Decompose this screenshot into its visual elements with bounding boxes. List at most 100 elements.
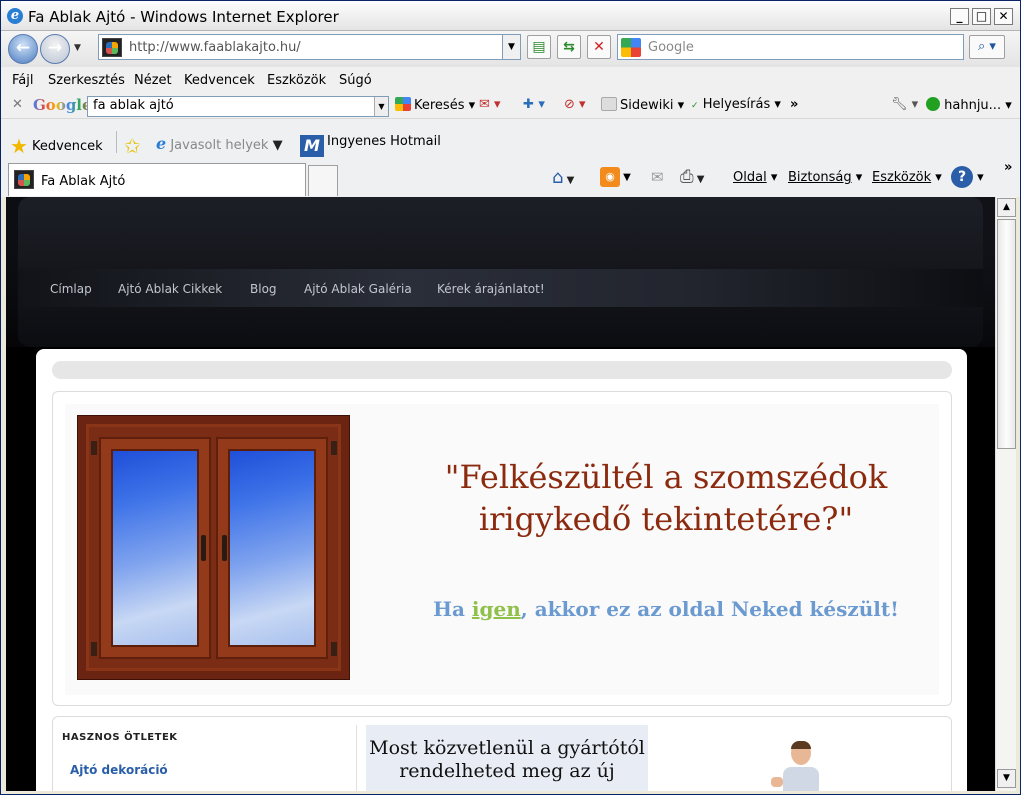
nav-gallery[interactable]: Ajtó Ablak Galéria bbox=[304, 282, 412, 296]
google-search-dropdown-icon[interactable]: ▼ bbox=[374, 97, 388, 116]
google-logo: Google bbox=[33, 96, 92, 114]
nav-blog[interactable]: Blog bbox=[250, 282, 277, 296]
plus-button[interactable]: ✚ ▾ bbox=[523, 97, 545, 112]
google-g-icon bbox=[395, 97, 411, 111]
minimize-button[interactable]: _ bbox=[950, 8, 969, 25]
favorites-button[interactable]: ★ Kedvencek bbox=[10, 134, 103, 158]
menu-tools[interactable]: Eszközök bbox=[267, 73, 326, 88]
maximize-button[interactable]: □ bbox=[972, 8, 991, 25]
hinge-top-left bbox=[91, 441, 97, 455]
google-search-button[interactable]: Keresés ▾ bbox=[395, 97, 475, 113]
tab-fa-ablak-ajto[interactable]: Fa Ablak Ajtó bbox=[8, 163, 306, 196]
hero-quote-line1: "Felkészültél a szomszédok bbox=[444, 458, 888, 496]
nav-articles[interactable]: Ajtó Ablak Cikkek bbox=[118, 282, 222, 296]
suggested-sites-button[interactable]: e Javasolt helyek ▼ bbox=[156, 134, 283, 153]
person-body bbox=[783, 767, 819, 791]
window-glass-right bbox=[228, 449, 316, 647]
url-dropdown-icon[interactable]: ▼ bbox=[502, 35, 520, 59]
tab-title: Fa Ablak Ajtó bbox=[41, 174, 126, 189]
tab-favicon-icon bbox=[14, 170, 34, 189]
stop-button[interactable]: ✕ bbox=[587, 35, 611, 59]
browser-window: e Fa Ablak Ajtó - Windows Internet Explo… bbox=[0, 0, 1021, 795]
nav-quote-request[interactable]: Kérek árajánlatot! bbox=[437, 282, 545, 296]
google-search-field[interactable]: fa ablak ajtó ▼ bbox=[87, 96, 389, 117]
home-button[interactable]: ⌂ ▼ bbox=[552, 167, 574, 188]
hotmail-link[interactable]: M Ingyenes Hotmail bbox=[300, 134, 441, 157]
feeds-button[interactable]: ◉ ▼ bbox=[600, 167, 631, 187]
menu-favorites[interactable]: Kedvencek bbox=[184, 73, 255, 88]
menu-view[interactable]: Nézet bbox=[134, 73, 172, 88]
google-search-query[interactable]: fa ablak ajtó bbox=[93, 98, 174, 113]
scroll-down-button[interactable]: ▼ bbox=[997, 769, 1016, 788]
page-menu[interactable]: Oldal ▾ bbox=[733, 170, 777, 185]
window-frame bbox=[86, 424, 341, 671]
favorites-divider bbox=[116, 131, 117, 153]
help-button[interactable]: ? ▾ bbox=[951, 166, 984, 188]
favorites-star-icon: ★ bbox=[10, 134, 28, 158]
compatibility-button[interactable]: ▤ bbox=[527, 35, 551, 59]
window-sash-left bbox=[99, 437, 211, 659]
content-panel: "Felkészültél a szomszédok irigykedő tek… bbox=[36, 349, 967, 791]
google-search-provider-icon bbox=[621, 38, 641, 57]
hinge-bottom-left bbox=[91, 642, 97, 656]
nav-home[interactable]: Címlap bbox=[50, 282, 92, 296]
title-bar: e Fa Ablak Ajtó - Windows Internet Explo… bbox=[1, 1, 1020, 31]
toolbar-close-icon[interactable]: ✕ bbox=[12, 97, 23, 112]
back-button[interactable]: ← bbox=[8, 34, 38, 64]
hinge-top-right bbox=[331, 441, 337, 455]
menu-help[interactable]: Súgó bbox=[339, 73, 372, 88]
new-tab-button[interactable] bbox=[308, 165, 338, 196]
page-menu-label: Oldal bbox=[733, 170, 767, 185]
window-glass-left bbox=[111, 449, 199, 647]
spellcheck-label: Helyesírás bbox=[702, 97, 771, 112]
promo-line1: Most közvetlenül a gyártótól bbox=[369, 737, 645, 759]
refresh-button[interactable]: ⇆ bbox=[557, 35, 581, 59]
print-button[interactable]: ⎙ ▼ bbox=[680, 167, 704, 187]
sidebar-heading: HASZNOS ÖTLETEK bbox=[62, 732, 178, 743]
menu-file[interactable]: Fájl bbox=[12, 73, 33, 88]
tools-menu[interactable]: Eszközök ▾ bbox=[872, 170, 942, 185]
toolbar-overflow-icon[interactable]: » bbox=[790, 97, 798, 112]
sidebar-cut-text bbox=[70, 785, 340, 789]
scroll-thumb[interactable] bbox=[997, 219, 1016, 449]
google-account-button[interactable]: hahnju... ▾ bbox=[926, 97, 1012, 113]
search-input[interactable]: Google bbox=[648, 40, 694, 55]
spellcheck-button[interactable]: ✓ Helyesírás ▾ bbox=[691, 97, 781, 112]
add-favorite-button[interactable]: ✩ bbox=[124, 134, 145, 158]
command-overflow-icon[interactable]: » bbox=[1004, 160, 1012, 175]
close-button[interactable]: ✕ bbox=[994, 8, 1013, 25]
scroll-up-button[interactable]: ▲ bbox=[997, 198, 1016, 217]
vertical-scrollbar[interactable]: ▲ ▼ bbox=[995, 197, 1016, 791]
google-logo-text: Google bbox=[33, 96, 92, 114]
menu-edit[interactable]: Szerkesztés bbox=[48, 73, 125, 88]
url-input[interactable]: http://www.faablakajto.hu/ bbox=[129, 40, 301, 55]
forward-button[interactable]: → bbox=[40, 34, 70, 64]
window-title: Fa Ablak Ajtó - Windows Internet Explore… bbox=[28, 8, 339, 26]
history-dropdown-icon[interactable]: ▼ bbox=[74, 43, 81, 53]
sidewiki-button[interactable]: Sidewiki ▾ bbox=[601, 97, 684, 113]
businessman-image bbox=[771, 741, 821, 791]
ie-small-icon: e bbox=[156, 134, 167, 153]
search-box[interactable]: Google bbox=[617, 34, 964, 60]
column-divider bbox=[356, 725, 357, 791]
url-box[interactable]: http://www.faablakajto.hu/ ▼ bbox=[98, 34, 521, 60]
window-handle-right bbox=[222, 535, 227, 561]
gmail-button[interactable]: ✉ ▾ bbox=[479, 97, 501, 112]
sidebar-link-door-decoration[interactable]: Ajtó dekoráció bbox=[70, 763, 168, 777]
menu-bar: Fájl Szerkesztés Nézet Kedvencek Eszközö… bbox=[1, 67, 1020, 93]
tools-menu-label: Eszközök bbox=[872, 170, 932, 185]
ie-logo-icon: e bbox=[7, 8, 23, 24]
search-button[interactable]: ⌕ ▾ bbox=[969, 35, 1005, 59]
read-mail-icon[interactable]: ✉ bbox=[651, 168, 664, 186]
wrench-icon[interactable]: 🔧︎ ▾ bbox=[891, 97, 918, 112]
google-user-label: hahnju... bbox=[944, 98, 1002, 113]
promo-line2: rendelheted meg az új bbox=[399, 760, 615, 782]
google-search-label: Keresés bbox=[414, 98, 465, 113]
hero-sub-yes-link[interactable]: igen bbox=[472, 597, 521, 621]
site-favicon-icon bbox=[102, 38, 122, 57]
favorites-label: Kedvencek bbox=[31, 139, 103, 154]
safety-menu[interactable]: Biztonság ▾ bbox=[788, 170, 862, 185]
window-handle-left bbox=[201, 535, 206, 561]
popup-blocker-button[interactable]: ⊘ ▾ bbox=[564, 97, 586, 112]
lower-content: HASZNOS ÖTLETEK Ajtó dekoráció Most közv… bbox=[52, 716, 952, 791]
